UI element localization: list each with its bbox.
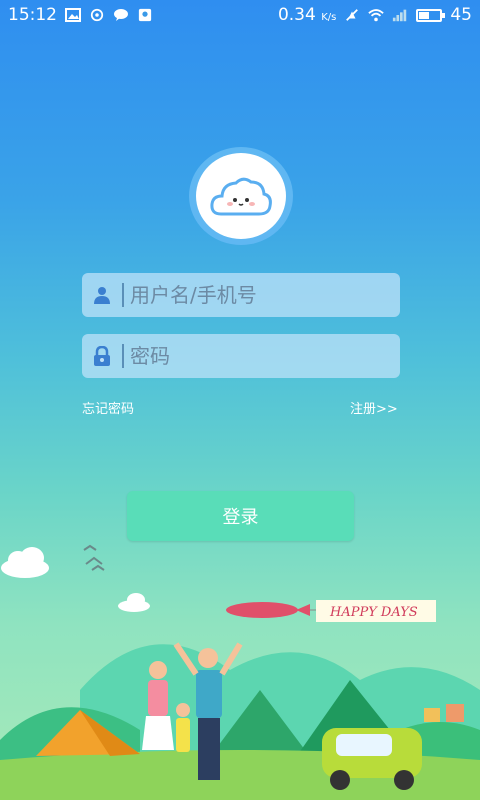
network-speed: 0.34 K/s: [277, 5, 337, 25]
register-link[interactable]: 注册>>: [350, 398, 398, 417]
blimp-icon: HAPPY DAYS: [226, 600, 436, 622]
field-divider: [122, 344, 124, 368]
battery-level: 45: [450, 5, 472, 25]
status-time: 15:12: [8, 5, 57, 25]
wifi-icon: [368, 9, 385, 22]
login-button[interactable]: 登录: [127, 491, 354, 541]
username-field[interactable]: [82, 273, 400, 317]
forgot-password-link[interactable]: 忘记密码: [82, 398, 134, 417]
field-divider: [122, 283, 124, 307]
status-bar: 15:12 0.34 K/s 45: [0, 0, 480, 30]
notification-icon: [138, 8, 152, 22]
cloud-icon: [1, 547, 49, 578]
cloud-icon: [118, 593, 150, 612]
signal-icon: [393, 9, 407, 22]
battery-icon: [416, 8, 446, 22]
username-input[interactable]: [130, 283, 400, 307]
image-icon: [65, 8, 81, 22]
password-input[interactable]: [130, 344, 400, 368]
avatar[interactable]: [189, 147, 293, 245]
mute-icon: [346, 9, 359, 21]
sync-icon: [90, 8, 104, 22]
cloud-face-icon: [210, 177, 272, 216]
chat-icon: [114, 9, 128, 21]
password-field[interactable]: [82, 334, 400, 378]
happy-days-illustration: HAPPY DAYS: [0, 544, 480, 800]
banner-text: HAPPY DAYS: [329, 605, 418, 620]
user-icon: [82, 286, 122, 304]
birds-icon: [83, 544, 105, 571]
lock-icon: [82, 346, 122, 366]
